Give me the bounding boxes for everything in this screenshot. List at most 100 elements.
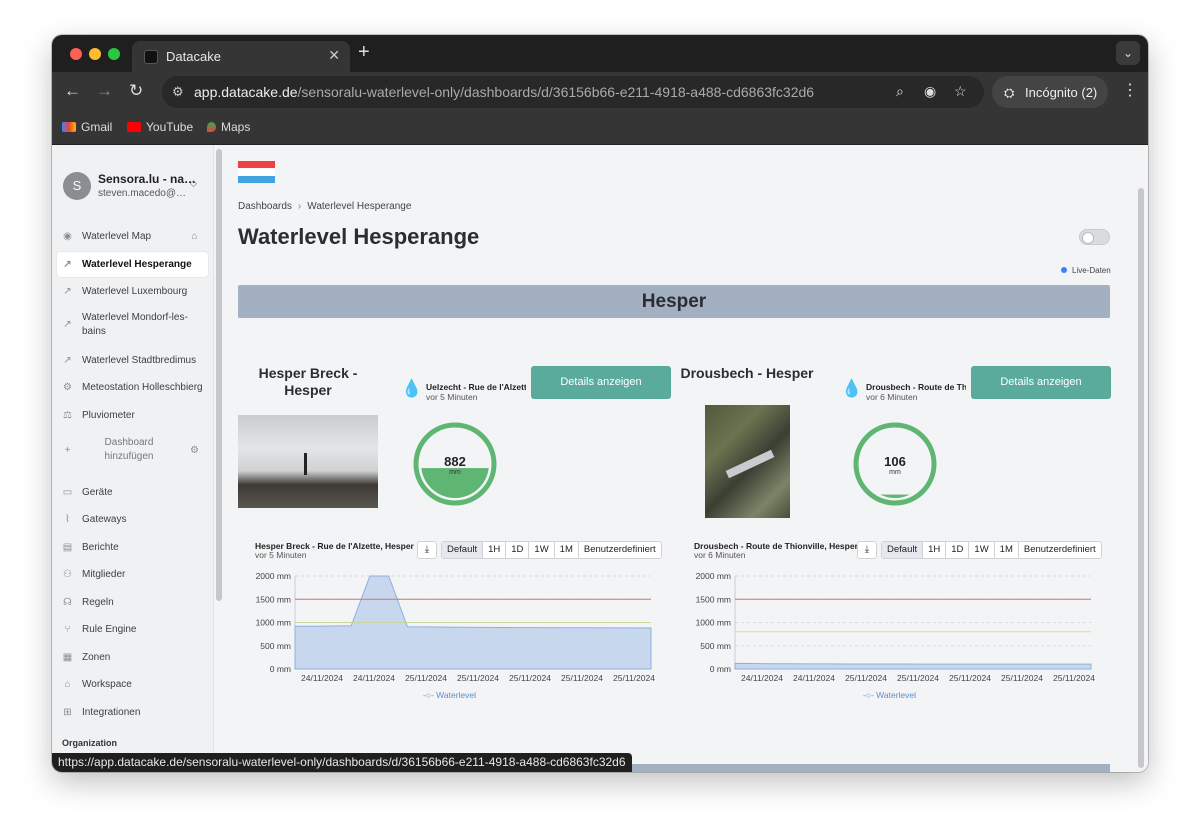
document-icon: ▤ xyxy=(62,542,73,553)
chart-legend[interactable]: -○- Waterlevel xyxy=(863,690,916,700)
device-photo xyxy=(238,415,378,508)
range-button-1h[interactable]: 1H xyxy=(923,542,947,558)
dashboard-main: Dashboards › Waterlevel Hesperange Waterle… xyxy=(227,145,1124,772)
map-pin-icon: ◉ xyxy=(63,231,72,242)
x-tick-label: 24/11/2024 xyxy=(741,673,783,683)
range-button-default[interactable]: Default xyxy=(882,542,924,558)
incognito-icon: ⛭ xyxy=(1004,85,1015,100)
url-input[interactable]: ⚙ app.datacake.de/sensoralu-waterlevel-o… xyxy=(162,76,984,108)
details-button[interactable]: Details anzeigen xyxy=(531,366,671,399)
rules-icon: ☊ xyxy=(63,597,72,608)
live-data-indicator: Live-Daten xyxy=(1061,266,1111,275)
sidebar-item-waterlevel-luxembourg[interactable]: ↗ Waterlevel Luxembourg xyxy=(57,279,208,304)
scale-icon: ⚖ xyxy=(63,410,72,421)
sidebar-item-waterlevel-map[interactable]: ◉ Waterlevel Map ⌂ xyxy=(57,224,208,249)
line-chart-icon: ↗ xyxy=(63,286,72,297)
sidebar-item-waterlevel-hesperange[interactable]: ↗ Waterlevel Hesperange xyxy=(57,252,208,277)
close-window-button[interactable] xyxy=(70,48,82,60)
minimize-window-button[interactable] xyxy=(89,48,101,60)
sidebar-item-zonen[interactable]: ▦ Zonen xyxy=(57,645,208,670)
range-button-1m[interactable]: 1M xyxy=(555,542,579,558)
breadcrumb-dashboards[interactable]: Dashboards xyxy=(238,201,292,212)
bookmark-gmail[interactable]: Gmail xyxy=(62,120,112,134)
sidebar-item-waterlevel-stadtbredimus[interactable]: ↗ Waterlevel Stadtbredimus xyxy=(57,348,208,373)
forward-arrow-icon[interactable]: → xyxy=(96,81,113,101)
details-button[interactable]: Details anzeigen xyxy=(971,366,1111,399)
x-tick-label: 25/11/2024 xyxy=(457,673,499,683)
tile-title: Uelzecht - Rue de l'Alzette xyxy=(426,382,526,392)
gauge-unit: mm xyxy=(449,469,461,476)
device-name: Drousbech - Hesper xyxy=(680,365,814,381)
close-tab-icon[interactable]: ✕ xyxy=(328,47,340,64)
scrollbar-thumb[interactable] xyxy=(1138,188,1144,768)
sidebar-item-regeln[interactable]: ☊ Regeln xyxy=(57,590,208,615)
bookmark-star-icon[interactable]: ☆ xyxy=(954,83,967,100)
workspace-name[interactable]: Sensora.lu - na… xyxy=(98,172,196,186)
datacake-favicon-icon xyxy=(144,50,158,64)
water-drop-icon: 💧 xyxy=(401,379,423,398)
bookmark-youtube[interactable]: YouTube xyxy=(127,120,193,134)
sidebar-item-meteostation[interactable]: ⚙ Meteostation Holleschbierg xyxy=(57,375,208,400)
avatar[interactable]: S xyxy=(63,172,91,200)
range-button-1m[interactable]: 1M xyxy=(995,542,1019,558)
site-settings-icon[interactable]: ⚙ xyxy=(172,84,184,100)
sidebar-scrollbar[interactable] xyxy=(216,149,222,601)
sidebar-item-mitglieder[interactable]: ⚇ Mitglieder xyxy=(57,562,208,587)
sidebar-item-pluviometer[interactable]: ⚖ Pluviometer xyxy=(57,403,208,428)
legend-label: Waterlevel xyxy=(876,690,917,700)
sidebar-item-gateways[interactable]: ⌇ Gateways xyxy=(57,507,208,532)
browser-menu-icon[interactable]: ⋮ xyxy=(1122,80,1138,100)
sidebar-item-berichte[interactable]: ▤ Berichte xyxy=(57,535,208,560)
maximize-window-button[interactable] xyxy=(108,48,120,60)
range-button-1d[interactable]: 1D xyxy=(946,542,970,558)
water-drop-icon: 💧 xyxy=(841,379,863,398)
range-button-benutzerdefiniert[interactable]: Benutzerdefiniert xyxy=(579,542,661,558)
range-button-default[interactable]: Default xyxy=(442,542,484,558)
page-viewport: S Sensora.lu - na… steven.macedo@… ◇ ◉ Wa… xyxy=(52,145,1148,772)
download-icon[interactable]: ⤓ xyxy=(857,541,877,559)
sidebar-item-geraete[interactable]: ▭ Geräte xyxy=(57,480,208,505)
bookmark-label: Gmail xyxy=(81,120,113,134)
download-icon[interactable]: ⤓ xyxy=(417,541,437,559)
sidebar-section-label: Organization xyxy=(62,738,118,748)
range-button-1w[interactable]: 1W xyxy=(529,542,555,558)
sidebar-item-workspace[interactable]: ⌂ Workspace xyxy=(57,672,208,697)
reload-icon[interactable]: ↻ xyxy=(129,81,143,101)
x-tick-label: 25/11/2024 xyxy=(949,673,991,683)
y-tick-label: 0 mm xyxy=(270,664,291,674)
zoom-icon[interactable]: ⌕ xyxy=(896,83,904,100)
tab-search-chevron-icon[interactable]: ⌄ xyxy=(1116,41,1140,65)
workspace-switch-icon[interactable]: ◇ xyxy=(190,178,197,189)
x-tick-label: 25/11/2024 xyxy=(405,673,447,683)
range-button-1h[interactable]: 1H xyxy=(483,542,507,558)
y-tick-label: 1500 mm xyxy=(256,594,291,604)
x-tick-label: 25/11/2024 xyxy=(845,673,887,683)
plus-square-icon: ⊞ xyxy=(63,707,72,718)
chart-timestamp: vor 6 Minuten xyxy=(694,550,746,560)
users-icon: ⚇ xyxy=(63,569,72,580)
chart-legend[interactable]: -○- Waterlevel xyxy=(423,690,476,700)
edit-mode-toggle[interactable] xyxy=(1079,229,1110,245)
waterlevel-chart: 2000 mm 1500 mm 1000 mm 500 mm 0 mm 24/11/202… xyxy=(696,571,1096,683)
sidebar-item-label: Waterlevel Luxembourg xyxy=(82,286,188,297)
sidebar-item-rule-engine[interactable]: ⑂ Rule Engine xyxy=(57,617,208,642)
sidebar-item-waterlevel-mondorf[interactable]: ↗ Waterlevel Mondorf-les-bains xyxy=(57,307,208,341)
range-button-1w[interactable]: 1W xyxy=(969,542,995,558)
x-tick-label: 25/11/2024 xyxy=(561,673,603,683)
browser-tab[interactable]: Datacake ✕ xyxy=(132,41,350,72)
range-button-1d[interactable]: 1D xyxy=(506,542,530,558)
gear-icon[interactable]: ⚙ xyxy=(189,445,200,456)
back-arrow-icon[interactable]: ← xyxy=(64,81,81,101)
eye-off-icon[interactable]: ◉ xyxy=(924,83,936,100)
bookmark-maps[interactable]: Maps xyxy=(207,120,250,134)
add-dashboard-button[interactable]: + Dashboard hinzufügen ⚙ xyxy=(57,433,208,467)
y-tick-label: 500 mm xyxy=(700,641,731,651)
range-button-benutzerdefiniert[interactable]: Benutzerdefiniert xyxy=(1019,542,1101,558)
sidebar-item-label: Waterlevel Map xyxy=(82,231,152,242)
y-tick-label: 0 mm xyxy=(710,664,731,674)
incognito-button[interactable]: ⛭ Incógnito (2) xyxy=(992,76,1108,108)
new-tab-icon[interactable]: + xyxy=(358,41,370,64)
youtube-icon xyxy=(127,122,141,132)
sidebar-item-integrationen[interactable]: ⊞ Integrationen xyxy=(57,700,208,725)
page-scrollbar[interactable] xyxy=(1137,148,1145,768)
